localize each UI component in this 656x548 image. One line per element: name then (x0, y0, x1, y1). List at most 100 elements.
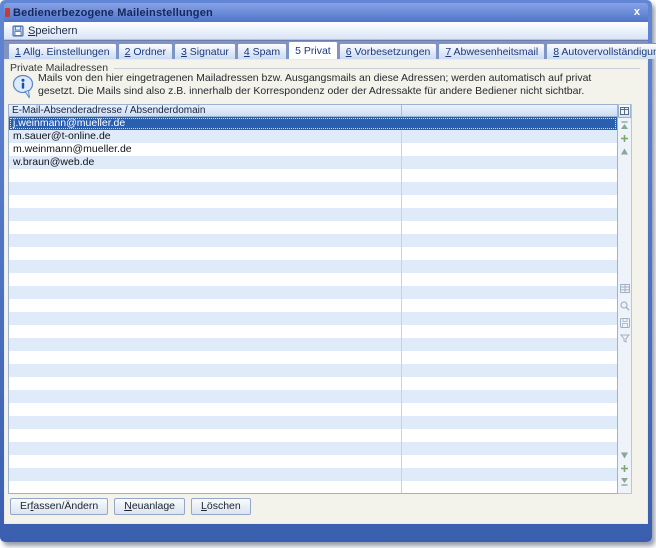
table-row-empty[interactable] (9, 208, 617, 221)
extra-cell (401, 377, 617, 390)
scroll-down-icon[interactable] (619, 450, 630, 461)
tab-number: 4 (244, 46, 250, 58)
table-row-empty[interactable] (9, 273, 617, 286)
tab-ordner[interactable]: 2 Ordner (118, 43, 173, 59)
email-address-cell (9, 182, 401, 195)
email-address-cell (9, 455, 401, 468)
info-line-2: gesetzt. Die Mails sind also z.B. innerh… (38, 85, 591, 98)
email-address-cell (9, 442, 401, 455)
extra-cell (401, 273, 617, 286)
loeschen-button[interactable]: Löschen (191, 498, 251, 515)
email-address-cell (9, 338, 401, 351)
table-row-empty[interactable] (9, 286, 617, 299)
erfassen-aendern-button[interactable]: Erfassen/Ändern (10, 498, 108, 515)
email-address-cell (9, 286, 401, 299)
table-row-empty[interactable] (9, 364, 617, 377)
table-row-empty[interactable] (9, 338, 617, 351)
button-mnemonic: L (201, 500, 207, 512)
tab-page-privat: Private Mailadressen Mails von den hier … (4, 59, 648, 524)
scroll-first-icon[interactable] (619, 120, 630, 131)
tab-vorbesetzungen[interactable]: 6 Vorbesetzungen (339, 43, 438, 59)
table-row-empty[interactable] (9, 312, 617, 325)
scroll-up-icon[interactable] (619, 146, 630, 157)
extra-cell (401, 364, 617, 377)
email-address-cell (9, 247, 401, 260)
title-bar: Bedienerbezogene Maileinstellungen x (4, 3, 648, 22)
grid-header-row: E-Mail-Absenderadresse / Absenderdomain (9, 105, 617, 117)
table-row-empty[interactable] (9, 481, 617, 494)
extra-cell (401, 403, 617, 416)
table-row-empty[interactable] (9, 169, 617, 182)
email-address-cell (9, 429, 401, 442)
email-address-cell (9, 208, 401, 221)
table-row-empty[interactable] (9, 195, 617, 208)
table-row[interactable]: w.braun@web.de (9, 156, 617, 169)
tab-number: 5 (295, 45, 301, 57)
extra-cell (401, 221, 617, 234)
tab-number: 7 (445, 46, 451, 58)
extra-cell (401, 143, 617, 156)
email-address-cell (9, 351, 401, 364)
table-row[interactable]: m.weinmann@mueller.de (9, 143, 617, 156)
add-top-icon[interactable] (619, 133, 630, 144)
info-balloon-icon (12, 74, 36, 104)
table-row-empty[interactable] (9, 429, 617, 442)
extra-cell (401, 455, 617, 468)
close-icon[interactable]: x (634, 7, 640, 18)
column-header-extra[interactable] (401, 105, 617, 116)
tab-number: 8 (553, 46, 559, 58)
table-row-empty[interactable] (9, 416, 617, 429)
tab-number: 3 (181, 46, 187, 58)
save-list-icon[interactable] (619, 317, 630, 328)
table-row-empty[interactable] (9, 442, 617, 455)
tab-privat[interactable]: 5 Privat (288, 41, 338, 59)
tab-abwesenheitsmail[interactable]: 7 Abwesenheitsmail (438, 43, 545, 59)
table-row-empty[interactable] (9, 260, 617, 273)
table-row[interactable]: m.sauer@t-online.de (9, 130, 617, 143)
table-row-empty[interactable] (9, 455, 617, 468)
extra-cell (401, 169, 617, 182)
extra-cell (401, 156, 617, 169)
table-row[interactable]: j.weinmann@mueller.de (9, 117, 617, 130)
tab-signatur[interactable]: 3 Signatur (174, 43, 236, 59)
email-address-cell (9, 312, 401, 325)
tab-autovervollst-ndigung[interactable]: 8 Autovervollständigung (546, 43, 656, 59)
email-address-cell (9, 468, 401, 481)
scroll-last-icon[interactable] (619, 476, 630, 487)
email-address-cell (9, 195, 401, 208)
filter-icon[interactable] (619, 333, 630, 344)
tab-bar: 1 Allg. Einstellungen2 Ordner3 Signatur4… (4, 40, 648, 59)
email-address-cell (9, 299, 401, 312)
table-row-empty[interactable] (9, 325, 617, 338)
table-row-empty[interactable] (9, 234, 617, 247)
email-address-cell (9, 234, 401, 247)
neuanlage-button[interactable]: Neuanlage (114, 498, 185, 515)
grid-body: j.weinmann@mueller.dem.sauer@t-online.de… (9, 117, 617, 494)
action-button-row: Erfassen/Ändern Neuanlage Löschen (10, 498, 251, 515)
table-row-empty[interactable] (9, 351, 617, 364)
table-row-empty[interactable] (9, 299, 617, 312)
table-row-empty[interactable] (9, 182, 617, 195)
column-chooser-icon[interactable] (618, 105, 631, 118)
table-row-empty[interactable] (9, 403, 617, 416)
grid-view-icon[interactable] (619, 283, 630, 294)
tab-spam[interactable]: 4 Spam (237, 43, 287, 59)
email-address-cell (9, 260, 401, 273)
tab-number: 6 (346, 46, 352, 58)
table-row-empty[interactable] (9, 247, 617, 260)
table-row-empty[interactable] (9, 468, 617, 481)
table-row-empty[interactable] (9, 377, 617, 390)
table-row-empty[interactable] (9, 390, 617, 403)
email-address-cell (9, 169, 401, 182)
column-header-email[interactable]: E-Mail-Absenderadresse / Absenderdomain (9, 105, 401, 116)
add-bottom-icon[interactable] (619, 463, 630, 474)
email-address-cell: m.sauer@t-online.de (9, 130, 401, 143)
email-address-cell (9, 325, 401, 338)
tab-allg-einstellungen[interactable]: 1 Allg. Einstellungen (8, 43, 117, 59)
extra-cell (401, 325, 617, 338)
window-icon (5, 8, 10, 17)
save-button[interactable]: Speichern (10, 24, 84, 38)
search-icon[interactable] (619, 300, 630, 311)
extra-cell (401, 195, 617, 208)
table-row-empty[interactable] (9, 221, 617, 234)
